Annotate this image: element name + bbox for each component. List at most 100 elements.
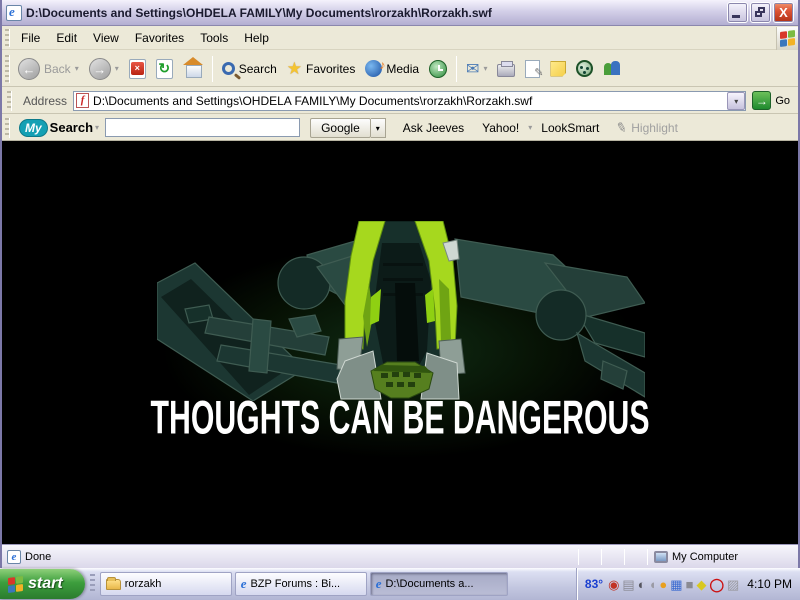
highlight-pen-icon: ✎ [614, 118, 630, 136]
sticky-note-icon [550, 60, 567, 77]
monitor-icon[interactable]: ■ [686, 578, 694, 591]
restore-button[interactable] [750, 2, 771, 23]
highlight-button[interactable]: Highlight [631, 121, 678, 135]
media-button[interactable]: ♪ Media [360, 58, 424, 79]
folder-icon [105, 576, 121, 590]
search-button[interactable]: Search [217, 60, 282, 78]
google-search-button[interactable]: Google [310, 117, 371, 138]
ring-icon[interactable]: ◯ [709, 578, 724, 591]
home-button[interactable] [178, 56, 208, 81]
go-button[interactable]: → Go [746, 91, 798, 110]
favorites-star-icon: ★ [286, 58, 302, 78]
status-empty-pane [579, 545, 601, 568]
flash-caption-text: THOUGHTS CAN BE DANGEROUS [150, 391, 650, 444]
toolbar-grip[interactable] [5, 117, 10, 138]
rahkshi-artwork [157, 221, 645, 401]
diamond-utility-icon[interactable]: ◆ [696, 578, 706, 591]
forward-icon: → [88, 57, 111, 80]
ask-jeeves-button[interactable]: Ask Jeeves [394, 119, 473, 137]
address-combo: f ▾ [73, 90, 747, 111]
toolbar-grip[interactable] [5, 29, 10, 47]
mysearch-input[interactable] [105, 118, 301, 137]
ie-page-icon: e [7, 549, 21, 564]
address-label: Address [23, 93, 68, 108]
media-globe-icon: ♪ [365, 58, 385, 77]
looksmart-button[interactable]: LookSmart [532, 119, 608, 137]
task-button-bzp-forums[interactable]: e BZP Forums : Bi... [234, 572, 367, 596]
flash-movie-stage[interactable]: THOUGHTS CAN BE DANGEROUS [2, 141, 798, 544]
pattern-icon[interactable]: ▨ [727, 578, 739, 591]
menu-favorites[interactable]: Favorites [127, 28, 192, 48]
status-empty-pane [625, 545, 647, 568]
window-title: D:\Documents and Settings\OHDELA FAMILY\… [26, 5, 492, 20]
forward-button[interactable]: → ▾ [84, 56, 124, 82]
start-button[interactable]: start [0, 569, 85, 599]
history-clock-icon [429, 59, 448, 78]
weather-temperature[interactable]: 83° [585, 577, 603, 591]
pointer-device-icon[interactable]: ◖ [649, 578, 657, 591]
menu-file[interactable]: File [13, 28, 48, 48]
refresh-button[interactable]: ↻ [151, 57, 178, 81]
status-empty-pane [602, 545, 624, 568]
print-button[interactable] [492, 59, 520, 79]
menu-edit[interactable]: Edit [48, 28, 85, 48]
toolbar-grip[interactable] [5, 54, 10, 83]
display-settings-icon[interactable]: ▦ [670, 578, 682, 591]
taskbar-clock[interactable]: 4:10 PM [747, 577, 792, 591]
mail-chevron-icon[interactable]: ▾ [483, 64, 487, 73]
menu-help[interactable]: Help [236, 28, 277, 48]
refresh-icon: ↻ [155, 58, 173, 79]
edit-button[interactable] [520, 58, 545, 80]
yahoo-button[interactable]: Yahoo! [473, 119, 528, 137]
address-dropdown-button[interactable]: ▾ [727, 91, 746, 110]
status-pane: e Done [2, 549, 578, 564]
browser-window: D:\Documents and Settings\OHDELA FAMILY\… [0, 0, 800, 568]
menu-view[interactable]: View [85, 28, 127, 48]
standard-buttons-toolbar: ← Back ▾ → ▾ × ↻ Search ★ Favorites ♪ Me… [2, 51, 798, 87]
back-chevron-icon[interactable]: ▾ [75, 64, 79, 73]
printer-status-icon[interactable]: ▤ [622, 578, 634, 591]
security-zone-pane: My Computer [648, 550, 798, 563]
taskbar-grip[interactable] [89, 574, 95, 594]
ie-icon: e [240, 576, 247, 591]
toolbar-separator [456, 55, 458, 82]
stop-button[interactable]: × [124, 57, 151, 81]
ie-icon: e [375, 576, 382, 591]
toolbar-separator [211, 55, 213, 82]
notes-addon-button[interactable] [545, 59, 571, 79]
windows-logo [776, 26, 798, 50]
task-button-rorzakh[interactable]: rorzakh [99, 572, 232, 596]
history-button[interactable] [424, 58, 452, 80]
task-button-rorzakh-swf[interactable]: e D:\Documents a... [369, 572, 508, 596]
address-bar: Address f ▾ → Go [2, 88, 798, 114]
flash-file-icon: f [76, 93, 90, 108]
messenger-people-icon [603, 60, 621, 77]
minimize-button[interactable] [727, 2, 748, 23]
buddy-icon[interactable]: ● [659, 578, 667, 591]
volume-icon[interactable]: ◐ [638, 578, 646, 591]
close-button[interactable]: X [773, 2, 794, 23]
mysearch-toolbar: My Search ▾ Google ▾ Ask Jeeves Yahoo! ▾… [2, 115, 798, 141]
menu-tools[interactable]: Tools [192, 28, 236, 48]
system-tray: 83° ◉ ▤ ◐ ◖ ● ▦ ■ ◆ ◯ ▨ 4:10 PM [575, 568, 800, 600]
edit-page-icon [525, 59, 543, 79]
google-dropdown-button[interactable]: ▾ [370, 117, 386, 138]
ladybug-addon-button[interactable] [571, 58, 598, 79]
ie-document-icon [6, 4, 22, 21]
toolbar-grip[interactable] [7, 90, 12, 111]
status-bar: e Done My Computer [2, 544, 798, 568]
search-icon [221, 62, 235, 75]
mysearch-chevron-icon[interactable]: ▾ [95, 123, 99, 132]
screen: D:\Documents and Settings\OHDELA FAMILY\… [0, 0, 800, 600]
mail-button[interactable]: ✉ ▾ [461, 57, 492, 81]
status-text: Done [25, 550, 52, 563]
favorites-button[interactable]: ★ Favorites [282, 57, 361, 81]
title-bar[interactable]: D:\Documents and Settings\OHDELA FAMILY\… [2, 0, 798, 26]
back-button[interactable]: ← Back ▾ [13, 56, 84, 82]
address-input[interactable] [93, 91, 728, 110]
forward-chevron-icon[interactable]: ▾ [115, 64, 119, 73]
back-icon: ← [18, 57, 40, 80]
go-arrow-icon: → [752, 91, 772, 110]
weatherbug-icon[interactable]: ◉ [608, 578, 619, 591]
messenger-button[interactable] [598, 59, 626, 79]
